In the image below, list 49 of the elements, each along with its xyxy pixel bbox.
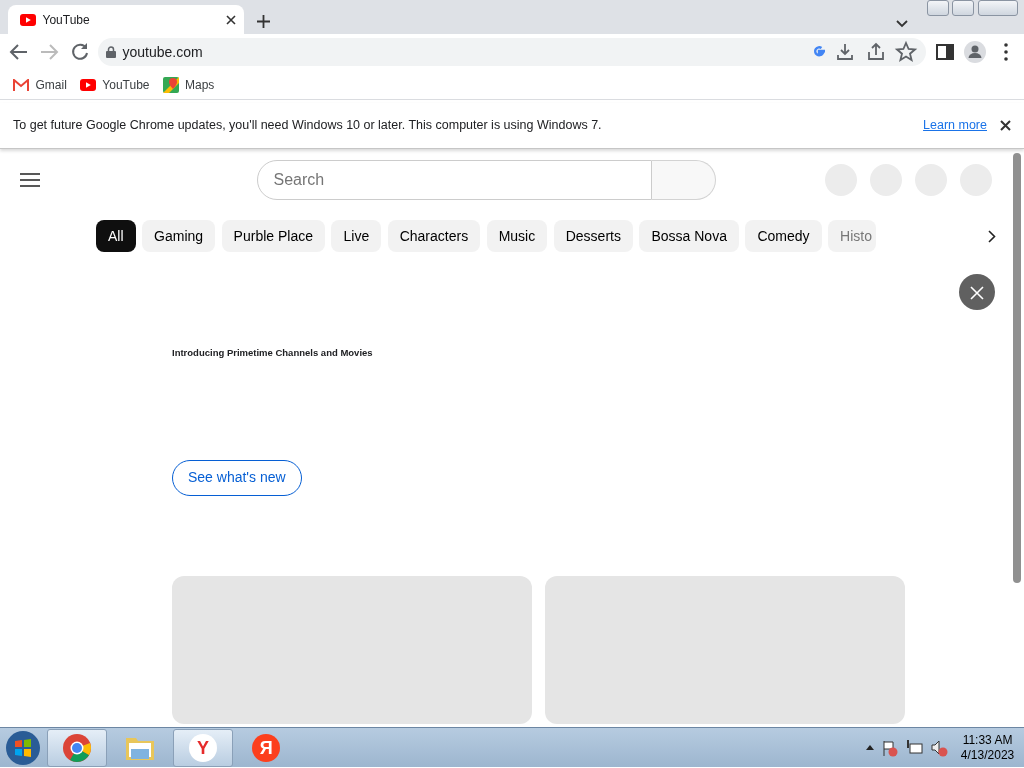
learn-more-link[interactable]: Learn more	[923, 116, 987, 136]
bookmark[interactable]: Maps	[162, 75, 215, 94]
chevron-down-icon[interactable]	[895, 19, 908, 28]
category-chip[interactable]: Gaming	[142, 220, 216, 253]
youtube-logo-icon	[79, 78, 96, 91]
category-chip[interactable]: Characters	[387, 220, 481, 253]
chevron-right-icon[interactable]	[988, 229, 996, 243]
map-icon	[162, 76, 179, 93]
taskbar-button[interactable]: Я	[236, 728, 297, 767]
category-chip[interactable]: Histo	[828, 220, 876, 253]
lock-icon	[106, 46, 116, 58]
network-icon[interactable]	[905, 738, 924, 757]
restore-button[interactable]	[952, 0, 975, 16]
close-button[interactable]	[959, 274, 995, 311]
close-icon	[970, 286, 984, 301]
chrome-icon	[61, 732, 92, 763]
menu-icon[interactable]	[19, 172, 40, 189]
close-icon[interactable]	[226, 14, 236, 25]
mail-icon	[13, 78, 29, 91]
caret-up-icon[interactable]	[866, 745, 875, 751]
category-chip[interactable]: Live	[331, 220, 382, 253]
category-chip[interactable]: All	[96, 220, 136, 253]
category-chip[interactable]: Bossa Nova	[639, 220, 739, 253]
taskbar-button[interactable]	[46, 728, 107, 767]
category-chip[interactable]: Desserts	[553, 220, 633, 253]
minimize-button[interactable]	[927, 0, 949, 16]
category-chip[interactable]: Comedy	[745, 220, 822, 253]
promo-title: Introducing Primetime Channels and Movies	[172, 346, 373, 361]
star-icon[interactable]	[894, 40, 918, 64]
update-message: To get future Google Chrome updates, you'll need Windows 10 or later. This computer is using Windows 7.	[13, 117, 603, 135]
close-button[interactable]	[977, 0, 1018, 16]
bookmark[interactable]: Gmail	[13, 75, 67, 94]
category-chip[interactable]: Music	[486, 220, 548, 253]
search-field[interactable]: Search	[256, 160, 652, 201]
taskbar-button[interactable]: Y	[173, 728, 233, 767]
flag-icon[interactable]	[880, 738, 899, 757]
category-chip[interactable]: Purble Place	[221, 220, 325, 253]
profile-icon[interactable]	[963, 40, 987, 64]
address-bar[interactable]: youtube.com	[98, 38, 926, 66]
close-icon[interactable]	[1000, 120, 1011, 132]
see-whats-new-button[interactable]: See what's new	[172, 459, 302, 496]
speaker-icon[interactable]	[929, 738, 948, 757]
youtube-logo-icon	[20, 13, 36, 26]
new-tab-icon[interactable]	[257, 14, 270, 28]
browser-logo: Y	[189, 733, 217, 762]
yandex-logo: Я	[252, 733, 281, 762]
browser-tab[interactable]: YouTube	[8, 5, 244, 34]
bookmark[interactable]: YouTube	[79, 75, 150, 94]
clock[interactable]: 11:33 AM 4/13/2023	[960, 732, 1015, 763]
